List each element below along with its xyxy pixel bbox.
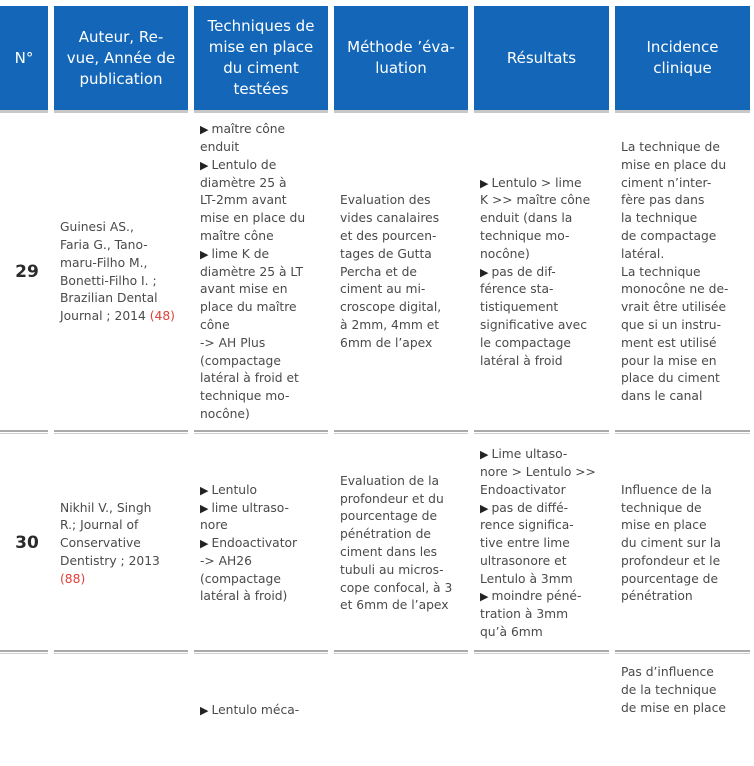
triangle-bullet-icon: ▶ [480, 176, 489, 190]
row-divider [194, 650, 328, 654]
list-item: ▶ lime ultraso- nore [200, 500, 289, 533]
list-item: ▶ Lentulo méca- [200, 703, 300, 717]
triangle-bullet-icon: ▶ [200, 704, 209, 717]
list-item: ▶ Endoactivator [200, 536, 298, 551]
list-item: ▶ Lentulo > lime K >> maître cône enduit … [480, 175, 591, 261]
author-cell: Guinesi AS., Faria G., Tano- maru-Filho … [60, 220, 175, 324]
reference-link[interactable]: (88) [60, 572, 85, 586]
header-clinical: Incidence clinique [615, 6, 750, 113]
row-divider [334, 650, 468, 654]
results-cell: ▶ Lentulo > lime K >> maître cône enduit … [474, 113, 609, 432]
row-divider [0, 650, 48, 654]
row-divider [54, 430, 188, 434]
results-cell: ▶ Lime ultaso- nore > Lentulo >> Endoacti… [474, 436, 609, 652]
sealer-note: -> AH26 (compactage latéral à froid) [200, 553, 288, 604]
row-divider [615, 430, 750, 434]
triangle-bullet-icon: ▶ [480, 590, 489, 604]
row-divider [0, 430, 48, 434]
clinical-cell: Pas d’influence de la technique de mise … [621, 665, 726, 715]
row-number: 30 [15, 533, 39, 554]
row-divider [54, 650, 188, 654]
header-results: Résultats [474, 6, 609, 113]
header-author: Auteur, Re- vue, Année de publication [54, 6, 188, 113]
list-item: ▶ pas de dif- férence sta- tistiquement s… [480, 264, 588, 368]
author-cell: Nikhil V., Singh R.; Journal of Conserva… [60, 500, 160, 586]
triangle-bullet-icon: ▶ [480, 265, 489, 279]
list-item: ▶ Lime ultaso- nore > Lentulo >> Endoacti… [480, 447, 596, 497]
triangle-bullet-icon: ▶ [480, 501, 489, 515]
method-cell: Evaluation des vides canalaires et des p… [340, 193, 442, 350]
triangle-bullet-icon: ▶ [200, 247, 209, 261]
triangle-bullet-icon: ▶ [480, 448, 489, 462]
techniques-cell: ▶ Lentulo ▶ lime ultraso- nore ▶ Endoactiva… [194, 436, 328, 652]
row-divider [194, 430, 328, 434]
triangle-bullet-icon: ▶ [200, 483, 209, 497]
clinical-cell: La technique de mise en place du ciment … [621, 140, 729, 404]
header-number: N° [0, 6, 48, 113]
sealer-note: -> AH Plus (compactage latéral à froid e… [200, 335, 299, 421]
list-item: ▶ Lentulo de diamètre 25 à LT-2mm avant m… [200, 157, 306, 243]
list-item: ▶ moindre péné- tration à 3mm qu’à 6mm [480, 589, 582, 640]
row-divider [474, 430, 609, 434]
list-item: ▶ maître cône enduit [200, 122, 286, 155]
triangle-bullet-icon: ▶ [200, 123, 209, 137]
techniques-cell: ▶ maître cône enduit ▶ Lentulo de diamètre… [194, 113, 328, 432]
triangle-bullet-icon: ▶ [200, 158, 209, 172]
list-item: ▶ pas de diffé- rence significa- tive ent… [480, 500, 574, 586]
reference-link[interactable]: (48) [150, 309, 175, 323]
row-number: 29 [15, 261, 39, 282]
header-method: Méthode ’éva- luation [334, 6, 468, 113]
method-cell: Evaluation de la profondeur et du pource… [340, 473, 453, 613]
clinical-cell: Influence de la technique de mise en pla… [621, 482, 721, 604]
triangle-bullet-icon: ▶ [200, 501, 209, 515]
list-item: ▶ Lentulo [200, 482, 258, 497]
row-divider [615, 650, 750, 654]
header-techniques: Techniques de mise en place du ciment te… [194, 6, 328, 113]
row-divider [474, 650, 609, 654]
row-divider [334, 430, 468, 434]
list-item: ▶ lime K de diamètre 25 à LT avant mise e… [200, 246, 304, 332]
triangle-bullet-icon: ▶ [200, 537, 209, 551]
techniques-cell: ▶ Lentulo méca- [194, 656, 328, 766]
